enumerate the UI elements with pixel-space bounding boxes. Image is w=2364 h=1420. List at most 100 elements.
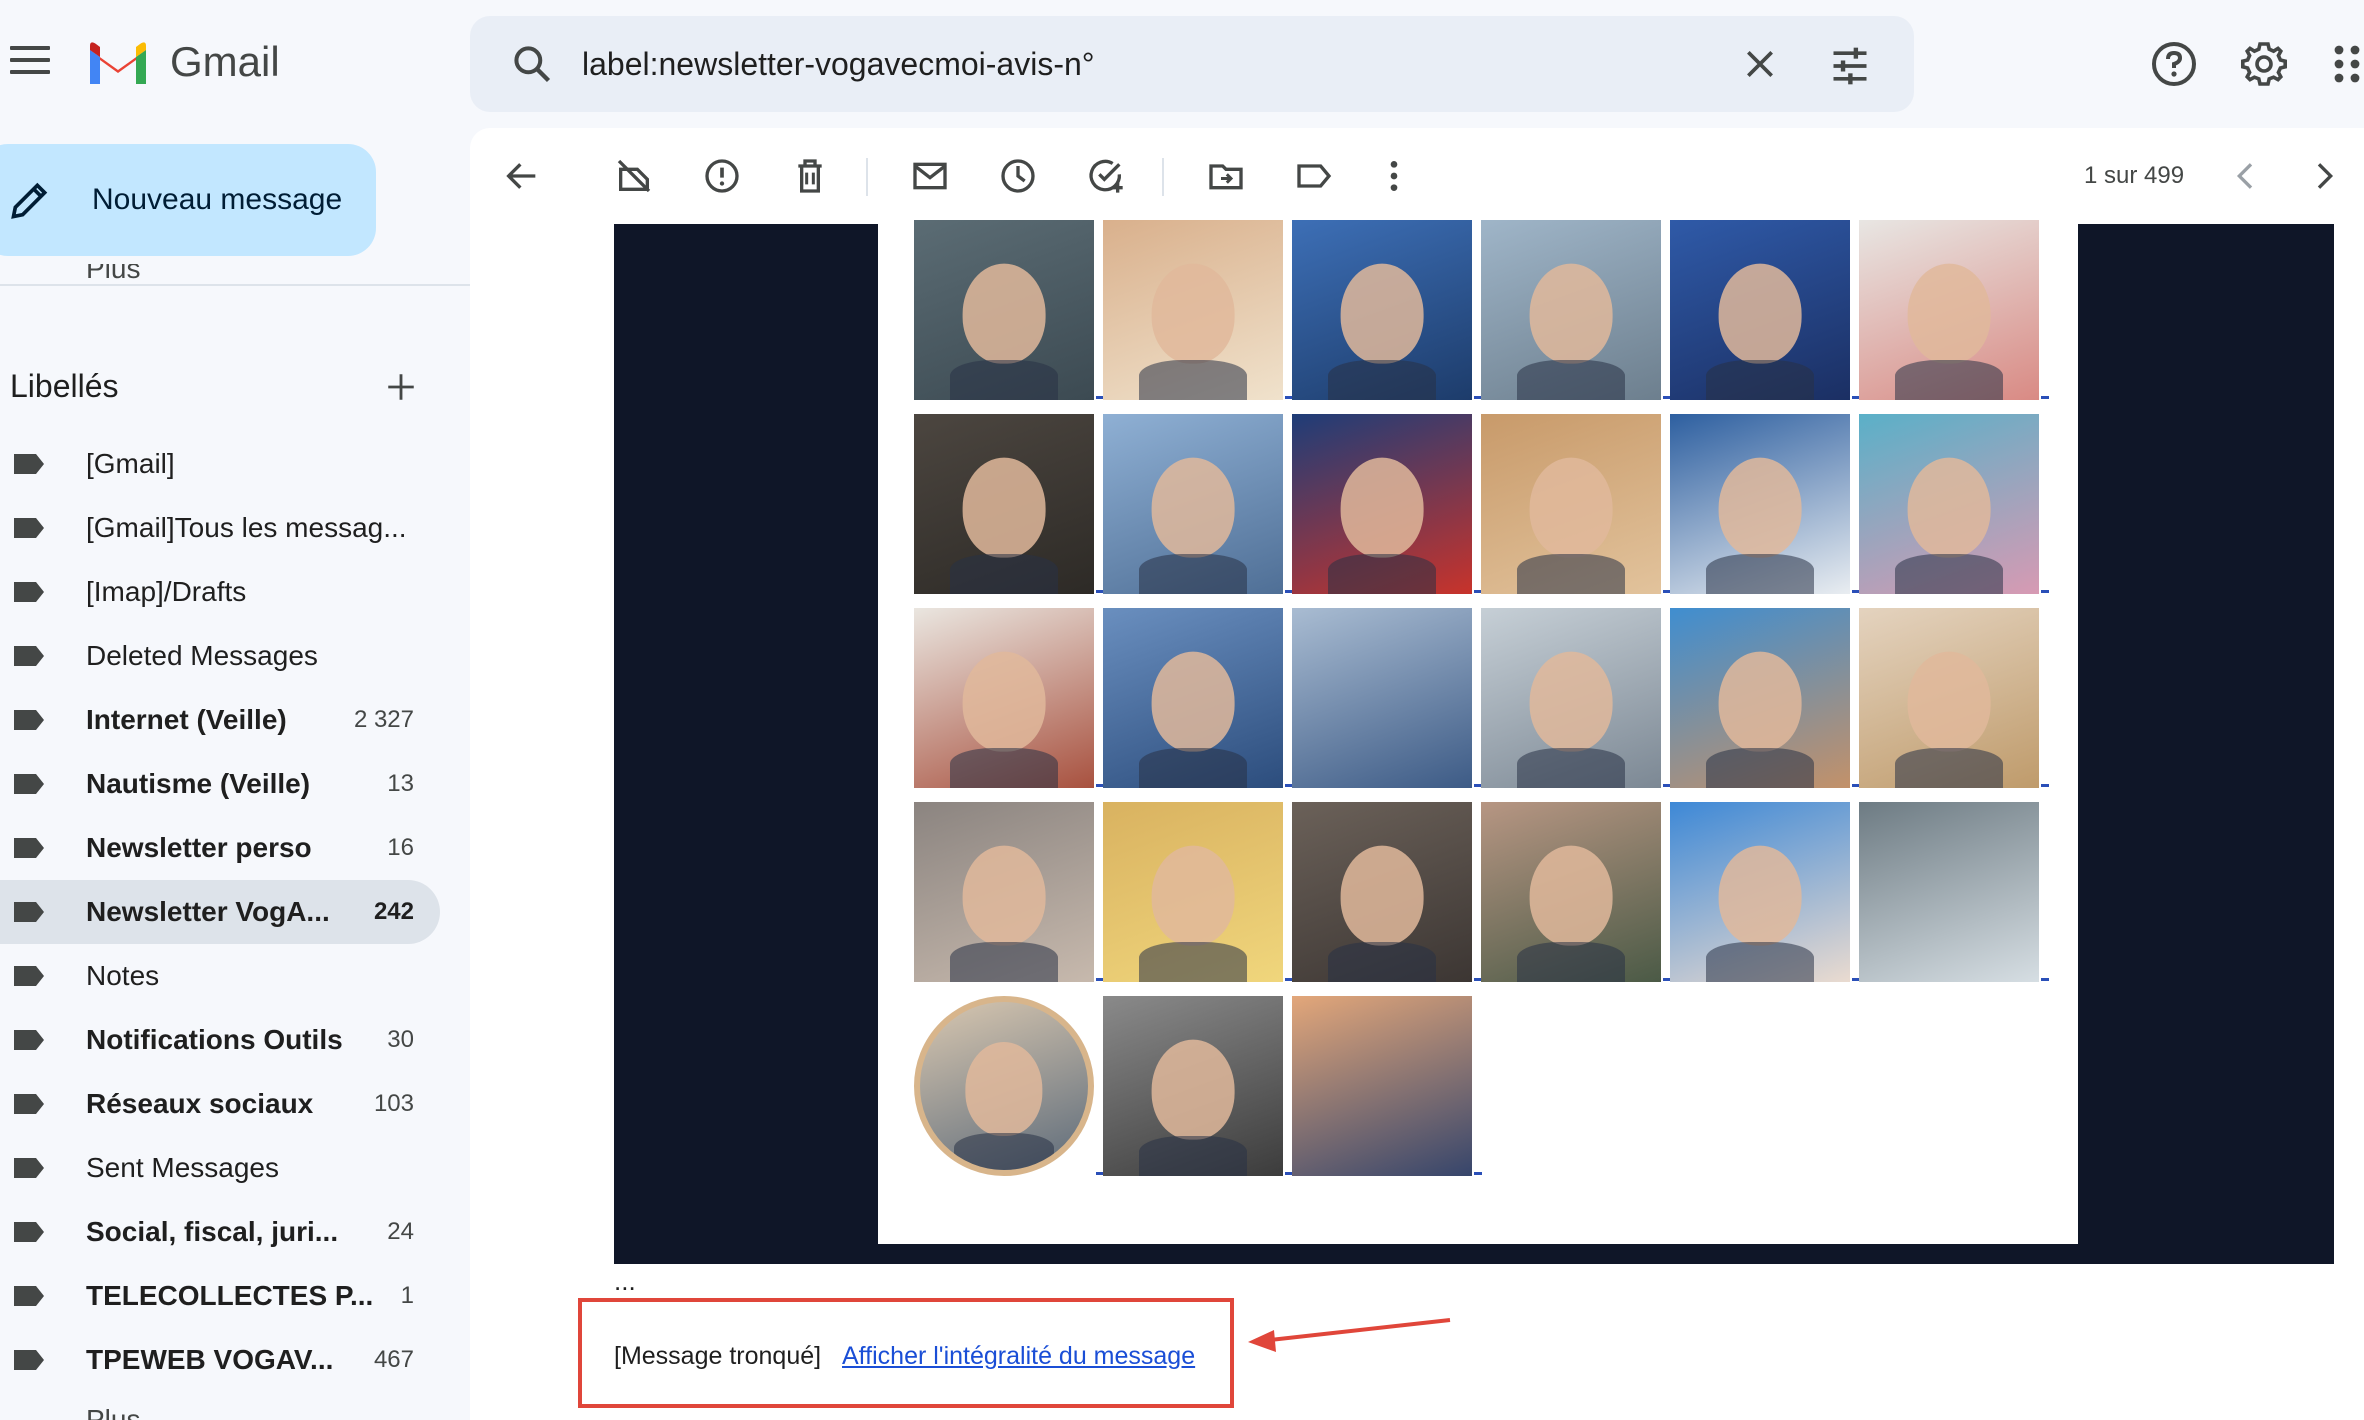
- label-unread-count: 16: [387, 834, 414, 861]
- message-toolbar: 1 sur 499: [470, 128, 2364, 224]
- sidebar-label-item[interactable]: TPEWEB VOGAV... 467: [0, 1328, 440, 1392]
- newsletter-photo-thumbnail[interactable]: [1859, 608, 2039, 788]
- label-name: Deleted Messages: [86, 640, 318, 671]
- sidebar-label-item[interactable]: [Gmail]: [0, 432, 440, 496]
- view-full-message-link[interactable]: Afficher l'intégralité du message: [842, 1342, 1195, 1371]
- search-options-icon[interactable]: [1828, 44, 1872, 88]
- settings-gear-icon[interactable]: [2240, 40, 2288, 88]
- newsletter-photo-thumbnail[interactable]: [1103, 802, 1283, 982]
- report-spam-icon[interactable]: [702, 156, 742, 196]
- sidebar-label-item[interactable]: Réseaux sociaux 103: [0, 1072, 440, 1136]
- sidebar-label-item[interactable]: Notes: [0, 944, 440, 1008]
- label-tag-icon: [14, 966, 44, 986]
- older-chevron-right-icon[interactable]: [2304, 156, 2344, 196]
- label-name: TELECOLLECTES P...: [86, 1280, 374, 1311]
- newsletter-photo-thumbnail[interactable]: [1481, 414, 1661, 594]
- archive-off-icon[interactable]: [614, 156, 654, 196]
- label-name: Nautisme (Veille): [86, 768, 311, 799]
- newsletter-photo-thumbnail[interactable]: [1859, 414, 2039, 594]
- newsletter-photo-thumbnail[interactable]: [1103, 608, 1283, 788]
- help-icon[interactable]: [2150, 40, 2198, 88]
- sidebar-label-item[interactable]: Deleted Messages: [0, 624, 440, 688]
- search-input[interactable]: [582, 38, 1582, 90]
- label-tag-icon: [14, 582, 44, 602]
- quoted-text-ellipsis[interactable]: ...: [614, 1266, 636, 1297]
- label-tag-icon: [14, 646, 44, 666]
- newsletter-photo-thumbnail[interactable]: [1481, 220, 1661, 400]
- main-menu-button[interactable]: [10, 46, 50, 82]
- more-toggle-top[interactable]: Plus: [86, 264, 140, 284]
- newsletter-photo-thumbnail[interactable]: [914, 996, 1094, 1176]
- newsletter-photo-thumbnail[interactable]: [1292, 802, 1472, 982]
- label-tag-icon: [14, 1094, 44, 1114]
- compose-button[interactable]: Nouveau message: [0, 144, 376, 256]
- mark-unread-envelope-icon[interactable]: [910, 156, 950, 196]
- annotation-arrow: [1248, 1318, 1451, 1352]
- newsletter-photo-thumbnail[interactable]: [1481, 608, 1661, 788]
- sidebar-label-item[interactable]: Newsletter VogA... 242: [0, 880, 440, 944]
- move-to-folder-icon[interactable]: [1206, 156, 1246, 196]
- sidebar-label-item[interactable]: Sent Messages: [0, 1136, 440, 1200]
- photo-link-underline: [1474, 1172, 1482, 1175]
- newsletter-photo-thumbnail[interactable]: [1292, 996, 1472, 1176]
- newer-chevron-left-icon[interactable]: [2226, 156, 2266, 196]
- add-task-icon[interactable]: [1086, 156, 1126, 196]
- sidebar-label-item[interactable]: Notifications Outils 30: [0, 1008, 440, 1072]
- sidebar-label-item[interactable]: [Imap]/Drafts: [0, 560, 440, 624]
- label-name: TPEWEB VOGAV...: [86, 1344, 334, 1375]
- delete-trash-icon[interactable]: [790, 156, 830, 196]
- back-arrow-icon[interactable]: [502, 156, 542, 196]
- photo-link-underline: [2041, 978, 2049, 981]
- truncated-message-label: [Message tronqué]: [614, 1342, 822, 1370]
- newsletter-photo-thumbnail[interactable]: [914, 414, 1094, 594]
- newsletter-photo-thumbnail[interactable]: [1103, 220, 1283, 400]
- search-icon[interactable]: [510, 42, 554, 86]
- newsletter-photo-thumbnail[interactable]: [1670, 414, 1850, 594]
- label-tag-icon: [14, 1158, 44, 1178]
- gmail-logo[interactable]: [86, 40, 150, 88]
- label-tag-icon[interactable]: [1294, 156, 1334, 196]
- labels-heading: Libellés: [10, 368, 119, 404]
- photo-link-underline: [2041, 590, 2049, 593]
- email-body-content: [878, 220, 2078, 1244]
- newsletter-photo-thumbnail[interactable]: [1292, 220, 1472, 400]
- sidebar-label-item[interactable]: Newsletter perso 16: [0, 816, 440, 880]
- newsletter-photo-thumbnail[interactable]: [1670, 608, 1850, 788]
- newsletter-photo-thumbnail[interactable]: [1481, 802, 1661, 982]
- clear-search-icon[interactable]: [1740, 44, 1780, 84]
- sidebar-label-item[interactable]: [Gmail]Tous les messag...: [0, 496, 440, 560]
- label-name: Sent Messages: [86, 1152, 279, 1183]
- label-unread-count: 103: [373, 1090, 414, 1117]
- sidebar-label-item[interactable]: TELECOLLECTES P... 1: [0, 1264, 440, 1328]
- apps-grid-icon[interactable]: [2330, 40, 2364, 88]
- label-name: Social, fiscal, juri...: [86, 1216, 339, 1247]
- newsletter-photo-thumbnail[interactable]: [1670, 802, 1850, 982]
- sidebar-label-item[interactable]: Nautisme (Veille) 13: [0, 752, 440, 816]
- label-tag-icon: [14, 1286, 44, 1306]
- newsletter-photo-thumbnail[interactable]: [914, 802, 1094, 982]
- sidebar-label-item[interactable]: Social, fiscal, juri... 24: [0, 1200, 440, 1264]
- newsletter-photo-thumbnail[interactable]: [914, 608, 1094, 788]
- snooze-clock-icon[interactable]: [998, 156, 1038, 196]
- label-tag-icon: [14, 518, 44, 538]
- newsletter-photo-thumbnail[interactable]: [1859, 802, 2039, 982]
- label-name: Internet (Veille): [86, 704, 287, 735]
- toolbar-separator: [1162, 158, 1164, 196]
- search-bar[interactable]: [470, 16, 1914, 112]
- sidebar-label-item[interactable]: Internet (Veille) 2 327: [0, 688, 440, 752]
- more-toggle-bottom[interactable]: Plus: [86, 1404, 140, 1420]
- newsletter-photo-thumbnail[interactable]: [1292, 414, 1472, 594]
- label-unread-count: 30: [387, 1026, 414, 1053]
- newsletter-photo-thumbnail[interactable]: [1292, 608, 1472, 788]
- more-options-icon[interactable]: [1374, 156, 1414, 196]
- newsletter-photo-thumbnail[interactable]: [1103, 414, 1283, 594]
- newsletter-photo-thumbnail[interactable]: [1859, 220, 2039, 400]
- add-label-icon[interactable]: [384, 370, 418, 404]
- newsletter-photo-thumbnail[interactable]: [1670, 220, 1850, 400]
- newsletter-photo-thumbnail[interactable]: [914, 220, 1094, 400]
- label-name: Newsletter VogA...: [86, 896, 330, 927]
- label-name: [Gmail]Tous les messag...: [86, 512, 407, 543]
- label-name: Notes: [86, 960, 160, 991]
- newsletter-photo-thumbnail[interactable]: [1103, 996, 1283, 1176]
- label-tag-icon: [14, 902, 44, 922]
